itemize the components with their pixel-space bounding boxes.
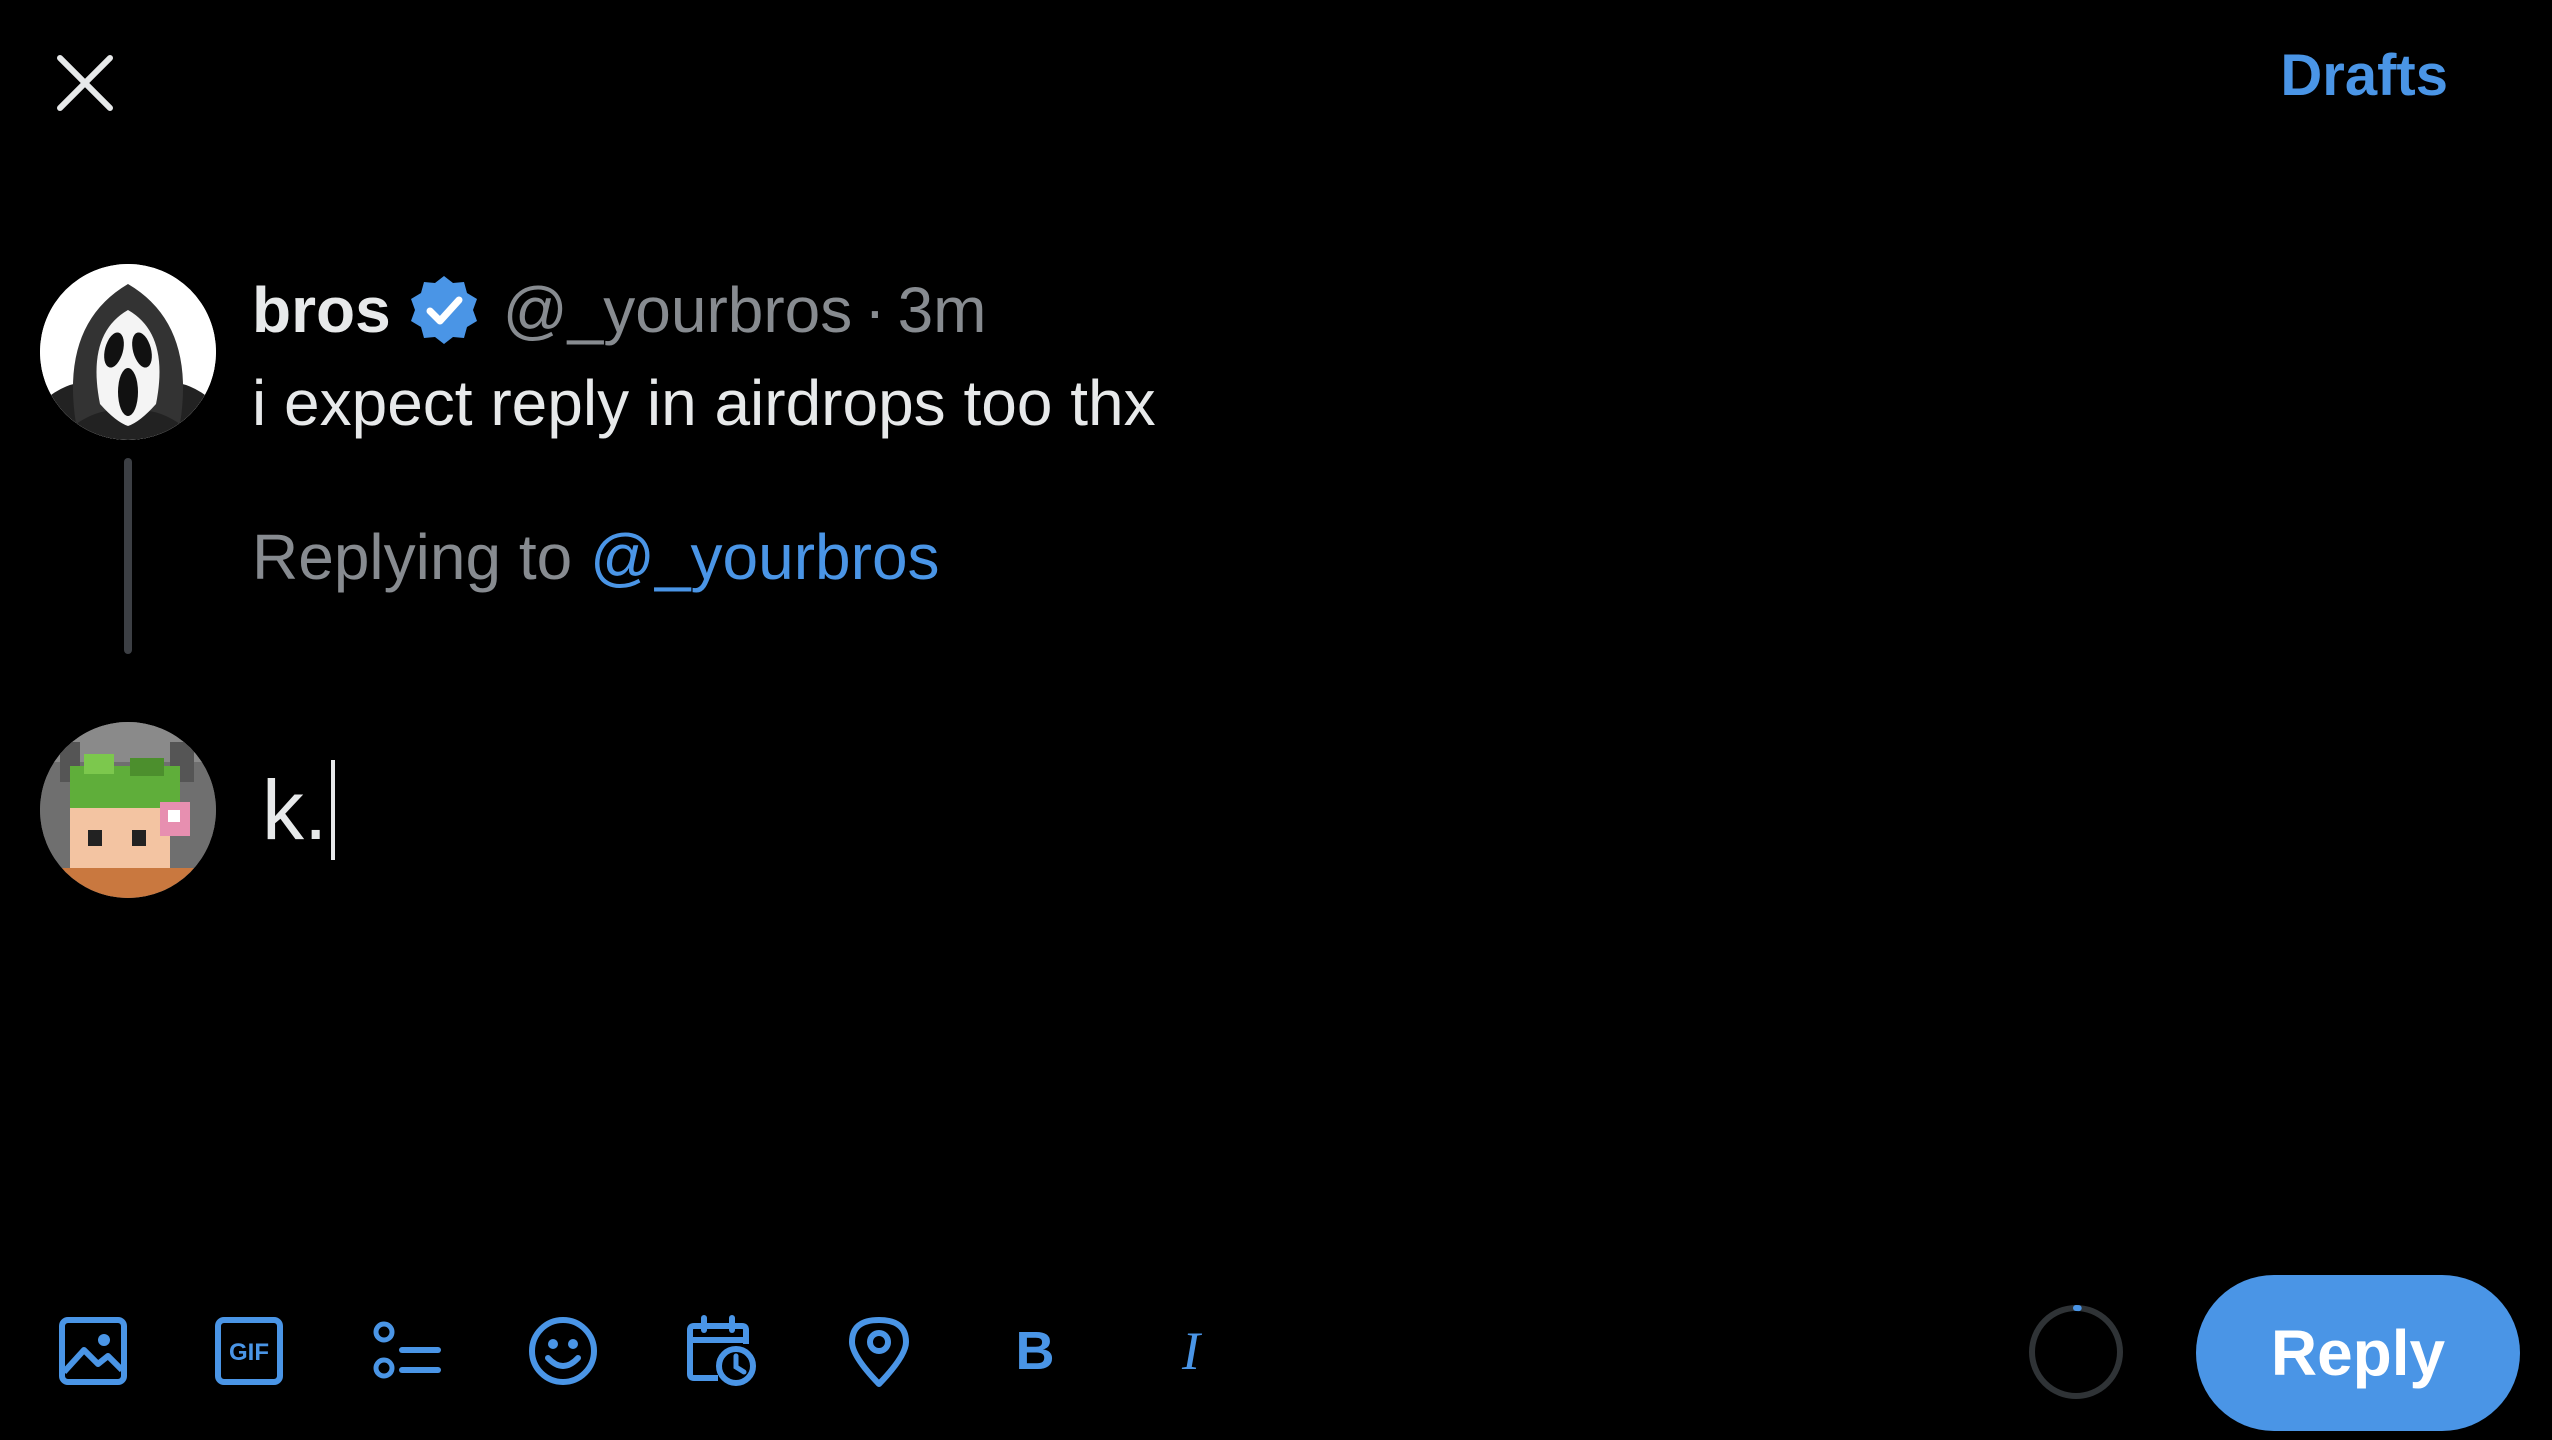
italic-icon: I xyxy=(1182,1321,1200,1381)
separator-dot: · xyxy=(864,274,886,346)
user-avatar[interactable] xyxy=(40,722,216,898)
replying-to-prefix: Replying to xyxy=(252,521,573,593)
italic-button[interactable]: I xyxy=(1146,1306,1236,1396)
bold-button[interactable]: B xyxy=(990,1306,1080,1396)
schedule-button[interactable] xyxy=(676,1306,766,1396)
text-caret xyxy=(331,760,336,860)
tweet-text: i expect reply in airdrops too thx xyxy=(252,367,1156,439)
author-display-name[interactable]: bros xyxy=(252,273,391,347)
verified-badge-icon xyxy=(410,276,477,344)
add-image-button[interactable] xyxy=(48,1306,138,1396)
compose-text: k. xyxy=(262,762,328,857)
gif-icon: GIF xyxy=(215,1317,283,1385)
emoji-icon xyxy=(529,1317,597,1385)
tweet-timestamp: 3m xyxy=(897,274,987,346)
location-icon xyxy=(849,1317,909,1387)
schedule-icon xyxy=(687,1315,756,1386)
close-icon xyxy=(57,55,113,111)
pixel-art-avatar-icon xyxy=(40,722,216,898)
reply-button[interactable]: Reply xyxy=(2196,1275,2520,1431)
character-count-progress xyxy=(2029,1305,2123,1399)
gif-label: GIF xyxy=(229,1339,269,1366)
original-author-avatar[interactable] xyxy=(40,264,216,440)
add-location-button[interactable] xyxy=(834,1306,924,1396)
add-gif-button[interactable]: GIF xyxy=(204,1306,294,1396)
replying-to-handle[interactable]: @_yourbros xyxy=(590,521,940,593)
reply-compose-input[interactable]: k. xyxy=(262,760,336,860)
image-icon xyxy=(59,1317,127,1385)
bold-icon: B xyxy=(1015,1321,1055,1381)
add-poll-button[interactable] xyxy=(360,1306,450,1396)
poll-icon xyxy=(373,1321,441,1379)
add-emoji-button[interactable] xyxy=(518,1306,608,1396)
drafts-button[interactable]: Drafts xyxy=(2280,42,2448,109)
ghostface-mask-icon xyxy=(40,264,216,440)
replying-to-line: Replying to @_yourbros xyxy=(252,520,940,594)
tweet-header: bros @_yourbros · 3m xyxy=(252,270,986,350)
close-button[interactable] xyxy=(40,38,130,128)
thread-connector-line xyxy=(124,458,132,654)
author-handle[interactable]: @_yourbros xyxy=(503,273,853,347)
